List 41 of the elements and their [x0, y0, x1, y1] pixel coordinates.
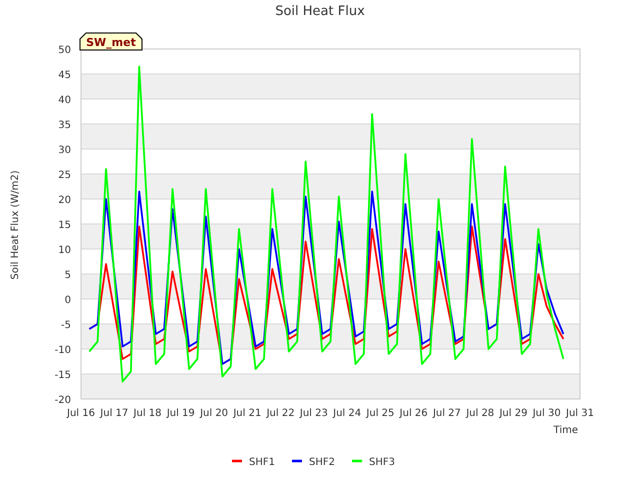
x-tick-label: Jul 16: [67, 408, 95, 419]
legend-label: SHF3: [369, 457, 395, 468]
y-tick-label: 30: [58, 145, 71, 156]
y-tick-label: 50: [58, 45, 71, 56]
legend-label: SHF2: [309, 457, 335, 468]
x-tick-label: Jul 26: [400, 408, 428, 419]
x-tick-label: Jul 25: [366, 408, 394, 419]
x-tick-label: Jul 24: [333, 408, 362, 419]
legend-line-icon: [292, 460, 302, 462]
x-tick-label: Jul 28: [466, 408, 494, 419]
y-tick-label: -5: [61, 320, 71, 331]
x-tick-label: Jul 23: [300, 408, 328, 419]
x-tick-label: Jul 19: [166, 408, 195, 419]
x-tick-label: Jul 30: [532, 408, 561, 419]
y-axis-label: Soil Heat Flux (W/m2): [10, 170, 21, 280]
x-tick-label: Jul 21: [233, 408, 262, 419]
x-tick-label: Jul 31: [566, 408, 594, 419]
x-tick-label: Jul 18: [134, 408, 162, 419]
y-tick-label: -15: [54, 370, 71, 381]
legend-line-icon: [232, 460, 242, 462]
x-tick-label: Jul 20: [200, 408, 228, 419]
y-tick-label: -20: [54, 395, 71, 406]
y-tick-label: 10: [58, 245, 71, 256]
x-tick-label: Jul 29: [499, 408, 528, 419]
y-tick-label: -10: [54, 345, 71, 356]
y-tick-label: 40: [58, 95, 71, 106]
legend-label: SHF1: [249, 457, 275, 468]
y-tick-label: 5: [64, 270, 71, 281]
y-tick-label: 25: [58, 170, 71, 181]
chart-title: Soil Heat Flux: [275, 4, 365, 19]
y-tick-label: 35: [58, 120, 71, 131]
y-tick-label: 15: [58, 220, 71, 231]
y-tick-label: 20: [58, 195, 71, 206]
station-badge: SW_met: [80, 32, 142, 50]
x-axis-label: Time: [554, 425, 578, 436]
y-tick-label: 0: [64, 295, 71, 306]
x-tick-label: Jul 22: [266, 408, 295, 419]
x-tick-label: Jul 27: [432, 408, 461, 419]
y-tick-label: 45: [58, 70, 71, 81]
x-tick-label: Jul 17: [100, 408, 128, 419]
legend-line-icon: [352, 460, 362, 462]
